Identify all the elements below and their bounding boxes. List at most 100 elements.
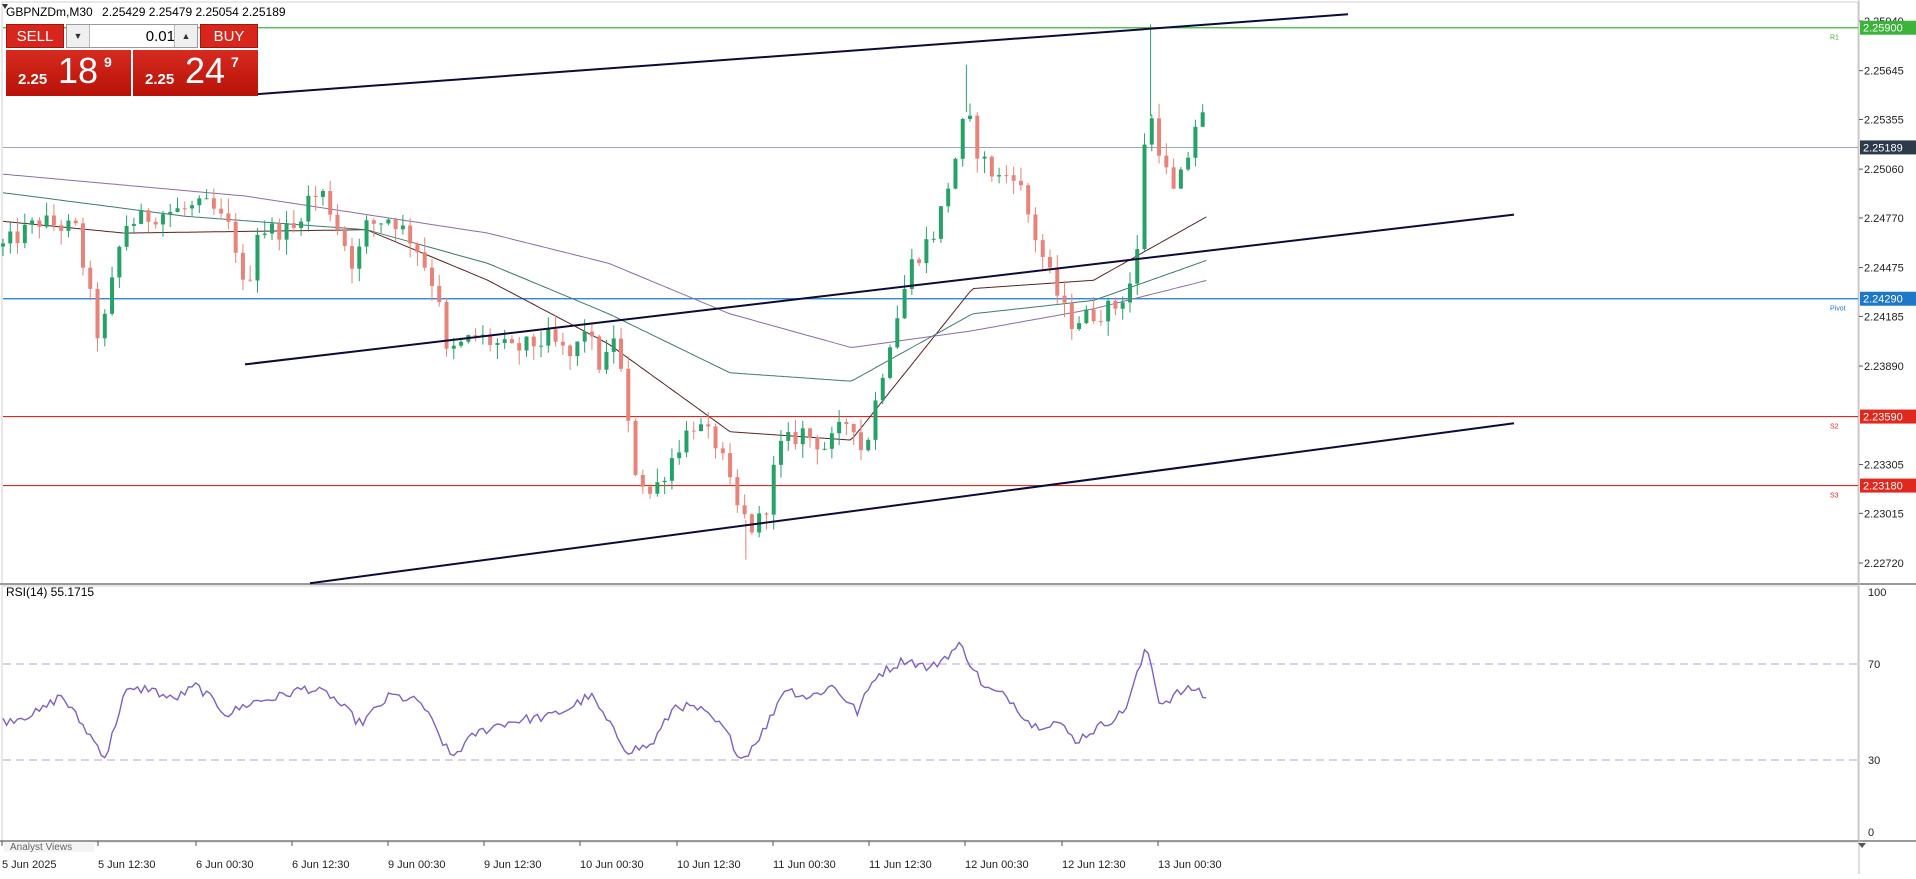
bull-candle bbox=[364, 220, 369, 247]
bull-candle bbox=[1106, 300, 1111, 322]
bull-candle bbox=[160, 214, 165, 225]
lot-decrease-button[interactable]: ▼ bbox=[67, 25, 90, 47]
bear-candle bbox=[1011, 175, 1016, 181]
bear-candle bbox=[1157, 118, 1162, 156]
time-tick-label[interactable]: 5 Jun 12:30 bbox=[98, 859, 156, 871]
bull-candle bbox=[168, 211, 173, 215]
time-tick-label[interactable]: 11 Jun 00:30 bbox=[773, 859, 836, 871]
bear-candle bbox=[509, 339, 514, 344]
time-tick-label[interactable]: 9 Jun 12:30 bbox=[484, 859, 542, 871]
bull-candle bbox=[800, 428, 805, 445]
level-tag-s2: S2 bbox=[1830, 424, 1839, 431]
bull-candle bbox=[131, 223, 136, 226]
level-price-label: 2.25900 bbox=[1863, 23, 1903, 35]
bear-candle bbox=[1164, 155, 1169, 168]
time-tick-label[interactable]: 10 Jun 12:30 bbox=[677, 859, 741, 871]
bull-candle bbox=[197, 198, 202, 206]
bear-candle bbox=[531, 336, 536, 347]
bear-candle bbox=[1047, 256, 1052, 268]
bull-candle bbox=[684, 430, 689, 453]
bear-candle bbox=[342, 229, 347, 247]
bear-candle bbox=[720, 448, 725, 454]
buy-price-big: 24 bbox=[185, 50, 226, 91]
bull-candle bbox=[822, 448, 827, 450]
bear-candle bbox=[1040, 240, 1045, 257]
bear-candle bbox=[349, 246, 354, 269]
rsi-tick-label: 0 bbox=[1868, 827, 1874, 839]
bear-candle bbox=[95, 288, 100, 339]
bear-candle bbox=[415, 243, 420, 253]
bull-candle bbox=[902, 288, 907, 319]
bull-candle bbox=[873, 400, 878, 440]
bull-candle bbox=[1193, 126, 1198, 158]
bear-candle bbox=[219, 208, 224, 214]
bear-candle bbox=[517, 343, 522, 351]
bull-candle bbox=[1084, 309, 1089, 324]
bull-candle bbox=[117, 246, 122, 278]
bear-candle bbox=[393, 219, 398, 230]
sell-button[interactable]: SELL bbox=[6, 24, 64, 48]
bear-candle bbox=[648, 486, 653, 494]
time-tick-label[interactable]: 5 Jun 2025 bbox=[2, 859, 56, 871]
time-tick-label[interactable]: 9 Jun 00:30 bbox=[388, 859, 446, 871]
chart-canvas[interactable]: GBPNZDm,M30 2.25429 2.25479 2.25054 2.25… bbox=[0, 0, 1916, 874]
time-tick-label[interactable]: 6 Jun 12:30 bbox=[292, 859, 350, 871]
bull-candle bbox=[1142, 144, 1147, 250]
level-price-label: 2.23180 bbox=[1863, 481, 1903, 493]
bull-candle bbox=[968, 115, 973, 119]
bull-candle bbox=[677, 452, 682, 459]
rsi-tick-label: 100 bbox=[1868, 587, 1886, 599]
bull-candle bbox=[931, 238, 936, 240]
bull-candle bbox=[1127, 283, 1132, 303]
price-tick-label: 2.22720 bbox=[1864, 558, 1904, 570]
rsi-tick-label: 30 bbox=[1868, 755, 1880, 767]
time-tick-label[interactable]: 13 Jun 00:30 bbox=[1158, 859, 1222, 871]
sell-price-big: 18 bbox=[58, 50, 99, 91]
bear-candle bbox=[844, 421, 849, 425]
bear-candle bbox=[182, 208, 187, 210]
bull-candle bbox=[946, 188, 951, 207]
bull-candle bbox=[669, 458, 674, 481]
time-tick-label[interactable]: 11 Jun 12:30 bbox=[869, 859, 932, 871]
bull-candle bbox=[139, 210, 144, 224]
time-tick-label[interactable]: 10 Jun 00:30 bbox=[580, 859, 644, 871]
price-tick-label: 2.24475 bbox=[1864, 263, 1904, 275]
bull-candle bbox=[306, 195, 311, 222]
price-tick-label: 2.25060 bbox=[1864, 164, 1904, 176]
bear-candle bbox=[146, 210, 151, 222]
bull-candle bbox=[379, 223, 384, 225]
price-tick-label: 2.25645 bbox=[1864, 66, 1904, 78]
lot-size-input[interactable] bbox=[91, 25, 177, 47]
time-tick-label[interactable]: 12 Jun 00:30 bbox=[965, 859, 1029, 871]
bull-candle bbox=[888, 347, 893, 378]
bull-candle bbox=[502, 339, 507, 344]
price-tick-label: 2.23015 bbox=[1864, 508, 1904, 520]
bull-candle bbox=[1149, 118, 1154, 145]
bull-candle bbox=[357, 246, 362, 269]
bull-candle bbox=[778, 440, 783, 465]
price-tick-label: 2.23305 bbox=[1864, 460, 1904, 472]
analyst-views-label[interactable]: Analyst Views bbox=[10, 842, 72, 853]
bull-candle bbox=[604, 351, 609, 370]
sell-price-box[interactable]: 2.25 18 9 bbox=[6, 50, 131, 96]
lot-increase-button[interactable]: ▲ bbox=[174, 25, 197, 47]
bear-candle bbox=[1113, 300, 1118, 309]
buy-price-box[interactable]: 2.25 24 7 bbox=[133, 50, 258, 96]
bear-candle bbox=[851, 424, 856, 433]
bull-candle bbox=[771, 464, 776, 515]
bear-candle bbox=[553, 329, 558, 342]
bull-candle bbox=[1178, 169, 1183, 189]
bear-candle bbox=[619, 338, 624, 369]
time-tick-label[interactable]: 12 Jun 12:30 bbox=[1062, 859, 1126, 871]
bear-candle bbox=[371, 220, 376, 224]
bear-candle bbox=[80, 223, 85, 268]
lot-size-control: ▼ ▲ bbox=[66, 24, 198, 48]
bear-candle bbox=[626, 368, 631, 421]
bull-candle bbox=[539, 345, 544, 347]
bear-candle bbox=[211, 198, 216, 209]
time-tick-label[interactable]: 6 Jun 00:30 bbox=[196, 859, 254, 871]
buy-button[interactable]: BUY bbox=[200, 24, 258, 48]
buy-price-super: 7 bbox=[231, 54, 239, 70]
bull-candle bbox=[880, 377, 885, 401]
bull-candle bbox=[524, 336, 529, 351]
